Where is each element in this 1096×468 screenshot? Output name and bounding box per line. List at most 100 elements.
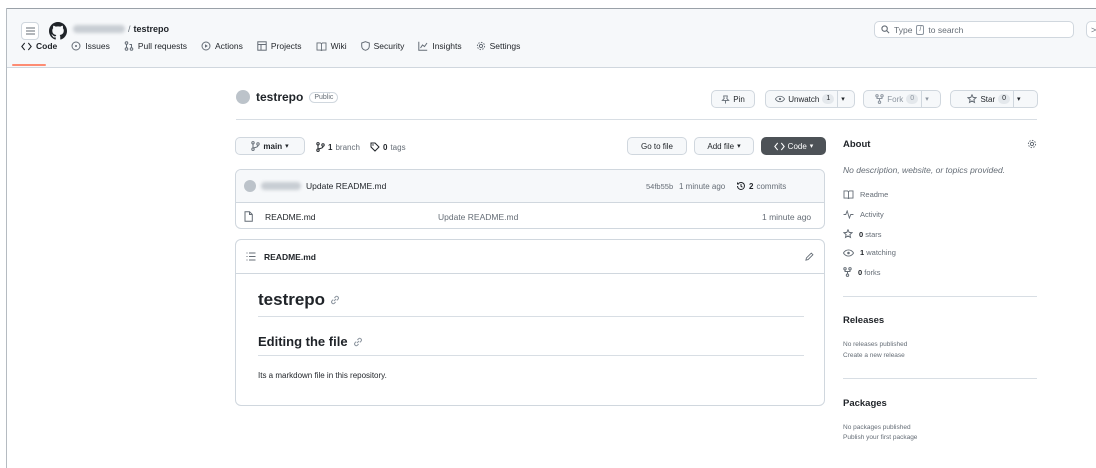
- readme-paragraph: Its a markdown file in this repository.: [258, 371, 387, 380]
- graph-icon: [418, 41, 428, 51]
- go-to-file-button[interactable]: Go to file: [627, 137, 687, 155]
- play-icon: [201, 41, 211, 51]
- file-commit-message[interactable]: Update README.md: [438, 212, 518, 222]
- about-title: About: [843, 139, 871, 150]
- divider: [837, 91, 839, 107]
- latest-commit: anything Update README.md 54fb55b 1 minu…: [236, 170, 824, 203]
- no-releases-text: No releases published: [843, 341, 908, 348]
- search-input[interactable]: Type / to search: [874, 21, 1074, 38]
- readme-filename: README.md: [264, 251, 316, 262]
- tags-link[interactable]: 0 tags: [370, 142, 406, 152]
- code-button[interactable]: Code ▾: [761, 137, 826, 155]
- forks-link[interactable]: 0 forks: [843, 267, 881, 277]
- file-icon: [244, 211, 253, 222]
- pencil-icon[interactable]: [805, 252, 814, 261]
- no-packages-text: No packages published: [843, 424, 911, 431]
- link-icon[interactable]: [330, 295, 340, 305]
- link-icon[interactable]: [353, 337, 363, 347]
- chevron-down-icon: ▾: [285, 143, 289, 150]
- tab-insights[interactable]: Insights: [418, 41, 462, 51]
- command-palette-button[interactable]: >_: [1086, 21, 1096, 38]
- commits-count: 2: [749, 181, 754, 191]
- repo-link[interactable]: testrepo: [134, 24, 170, 34]
- tab-code[interactable]: Code: [21, 41, 57, 51]
- file-name[interactable]: README.md: [265, 212, 316, 222]
- readme-label: Readme: [860, 190, 889, 199]
- commits-label: commits: [756, 181, 787, 191]
- add-file-button[interactable]: Add file ▾: [694, 137, 754, 155]
- tab-label: Pull requests: [137, 41, 187, 51]
- list-icon[interactable]: [246, 252, 256, 261]
- visibility-badge: Public: [309, 91, 339, 103]
- watching-link[interactable]: 1 watching: [843, 248, 896, 257]
- code-icon: [21, 42, 32, 50]
- chevron-down-icon: ▾: [809, 143, 814, 150]
- github-logo[interactable]: [49, 22, 67, 40]
- unwatch-button[interactable]: Unwatch 1 ▾: [765, 90, 855, 108]
- pulse-icon: [843, 210, 854, 219]
- create-release-link[interactable]: Create a new release: [843, 352, 905, 359]
- branch-select[interactable]: main ▾: [235, 137, 305, 155]
- owner-link[interactable]: anything: [73, 25, 125, 33]
- tab-label: Projects: [270, 41, 302, 51]
- terminal-icon: >_: [1091, 24, 1096, 35]
- readme-link[interactable]: Readme: [843, 190, 888, 199]
- table-icon: [257, 41, 267, 51]
- readme-heading-2: Editing the file: [258, 334, 363, 349]
- stars-count: 0: [859, 229, 864, 239]
- forks-label: forks: [864, 267, 881, 277]
- tab-settings[interactable]: Settings: [476, 41, 521, 51]
- fork-button[interactable]: Fork 0 ▾: [863, 90, 941, 108]
- star-icon: [967, 94, 978, 104]
- stars-link[interactable]: 0 stars: [843, 229, 882, 239]
- shield-icon: [360, 41, 370, 51]
- repo-name[interactable]: testrepo: [256, 90, 303, 104]
- branches-link[interactable]: 1 branch: [316, 142, 360, 152]
- add-file-label: Add file: [707, 141, 735, 151]
- commit-author[interactable]: anything: [261, 182, 301, 190]
- git-branch-icon: [316, 142, 325, 152]
- heading-text: testrepo: [258, 290, 326, 309]
- pin-icon: [721, 94, 730, 104]
- avatar: [236, 90, 250, 104]
- pin-button[interactable]: Pin: [711, 90, 755, 108]
- tab-pull-requests[interactable]: Pull requests: [124, 41, 187, 51]
- active-tab-indicator: [12, 64, 46, 66]
- releases-title[interactable]: Releases: [843, 315, 884, 326]
- menu-button[interactable]: [21, 22, 39, 40]
- activity-link[interactable]: Activity: [843, 210, 884, 219]
- book-icon: [316, 41, 327, 51]
- tab-actions[interactable]: Actions: [201, 41, 243, 51]
- tab-wiki[interactable]: Wiki: [316, 41, 347, 51]
- tab-label: Settings: [489, 41, 521, 51]
- repo-tabs: Code Issues Pull requests Actions Projec…: [21, 41, 520, 51]
- search-placeholder-post: to search: [928, 24, 964, 35]
- pull-request-icon: [124, 41, 134, 51]
- commits-link[interactable]: 2 commits: [736, 181, 786, 191]
- fork-icon: [875, 94, 884, 104]
- star-button[interactable]: Star 0 ▾: [950, 90, 1038, 108]
- hamburger-icon: [25, 27, 35, 35]
- packages-title[interactable]: Packages: [843, 398, 887, 409]
- tab-label: Insights: [432, 41, 462, 51]
- commit-message[interactable]: Update README.md: [306, 181, 386, 191]
- tags-count: 0: [383, 142, 388, 152]
- fork-label: Fork: [887, 94, 904, 104]
- branches-count: 1: [328, 142, 333, 152]
- unwatch-label: Unwatch: [788, 94, 820, 104]
- tab-issues[interactable]: Issues: [71, 41, 110, 51]
- fork-count: 0: [906, 94, 919, 104]
- gear-icon[interactable]: [1027, 139, 1037, 149]
- heading-text: Editing the file: [258, 334, 348, 349]
- tab-projects[interactable]: Projects: [257, 41, 302, 51]
- table-row[interactable]: README.md Update README.md 1 minute ago: [236, 203, 824, 228]
- chevron-down-icon: ▾: [925, 96, 929, 103]
- history-icon: [737, 181, 745, 190]
- eye-icon: [843, 249, 854, 256]
- divider: [843, 296, 1037, 297]
- readme-heading-1: testrepo: [258, 290, 340, 310]
- pin-label: Pin: [733, 94, 745, 104]
- publish-package-link[interactable]: Publish your first package: [843, 434, 917, 441]
- tab-security[interactable]: Security: [360, 41, 404, 51]
- commit-hash[interactable]: 54fb55b: [646, 182, 673, 191]
